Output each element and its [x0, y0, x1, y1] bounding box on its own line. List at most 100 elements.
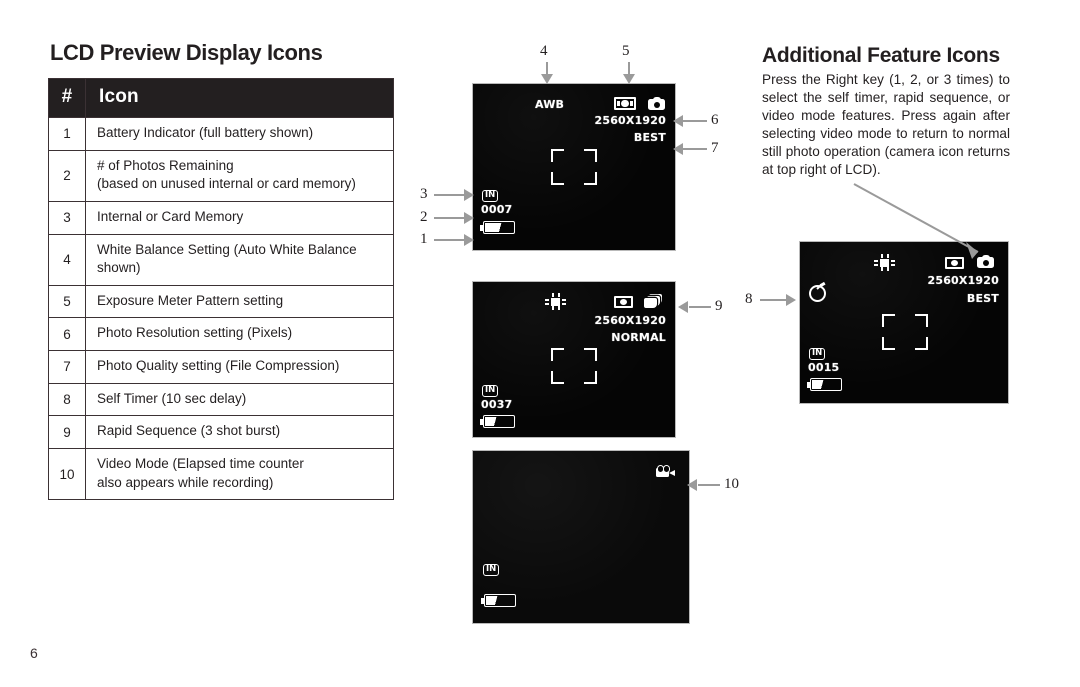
memory-indicator-label: IN	[482, 190, 499, 203]
row-description: Rapid Sequence (3 shot burst)	[85, 415, 394, 449]
page-title: LCD Preview Display Icons	[50, 40, 323, 65]
video-mode-lcd-preview: IN	[473, 451, 689, 623]
row-description-line1: Rapid Sequence (3 shot burst)	[97, 423, 281, 439]
table-row: 9 Rapid Sequence (3 shot burst)	[48, 415, 394, 449]
video-camera-icon	[656, 465, 675, 478]
row-number: 4	[48, 233, 86, 286]
memory-indicator-icon: IN	[809, 342, 826, 361]
callout-arrow-2	[464, 212, 474, 224]
callout-label-1: 1	[420, 231, 428, 247]
row-number: 5	[48, 284, 86, 319]
callout-arrow-10	[687, 479, 697, 491]
row-number: 2	[48, 149, 86, 202]
lcd-icon-table: # Icon 1 Battery Indicator (full battery…	[48, 78, 394, 501]
memory-indicator-icon: IN	[483, 558, 500, 577]
memory-indicator-label: IN	[483, 564, 500, 577]
row-description: Exposure Meter Pattern setting	[85, 284, 394, 319]
row-description-line2: also appears while recording)	[97, 474, 274, 490]
row-description-line1: Self Timer (10 sec delay)	[97, 390, 247, 406]
table-body: 1 Battery Indicator (full battery shown)…	[48, 117, 394, 501]
row-description: Self Timer (10 sec delay)	[85, 382, 394, 417]
callout-line-7	[681, 148, 707, 150]
row-description-line1: Video Mode (Elapsed time counter	[97, 455, 304, 471]
row-number: 8	[48, 382, 86, 417]
row-number: 10	[48, 447, 86, 501]
table-row: 10 Video Mode (Elapsed time counter also…	[48, 447, 394, 501]
row-number: 3	[48, 200, 86, 235]
memory-indicator-icon: IN	[482, 184, 499, 203]
photos-remaining-label: 0015	[808, 361, 840, 374]
callout-label-9: 9	[715, 298, 723, 314]
resolution-label: 2560X1920	[594, 114, 666, 127]
row-number: 9	[48, 415, 86, 449]
row-number: 7	[48, 350, 86, 384]
resolution-label: 2560X1920	[927, 274, 999, 287]
row-description-line1: Photo Quality setting (File Compression)	[97, 358, 340, 373]
callout-line-2	[434, 217, 466, 219]
row-description-line1: White Balance Setting (Auto White Balanc…	[97, 241, 357, 276]
spot-meter-icon	[614, 296, 633, 308]
callout-line-3	[434, 194, 466, 196]
callout-label-3: 3	[420, 186, 428, 202]
row-description: # of Photos Remaining (based on unused i…	[85, 149, 394, 202]
table-header: # Icon	[48, 78, 394, 118]
memory-indicator-icon: IN	[482, 379, 499, 398]
row-description-line1: Photo Resolution setting (Pixels)	[97, 325, 293, 341]
callout-arrow-5	[623, 74, 635, 84]
additional-feature-section: Additional Feature Icons Press the Right…	[762, 44, 1010, 179]
callout-line-6	[681, 120, 707, 122]
row-description: Internal or Card Memory	[85, 200, 394, 235]
callout-arrow-6	[673, 115, 683, 127]
callout-arrow-4	[541, 74, 553, 84]
column-header-icon: Icon	[85, 78, 394, 118]
still-photo-lcd-preview: AWB 2560X1920 BEST IN 0007	[473, 84, 675, 250]
callout-label-10: 10	[724, 476, 739, 492]
quality-label: BEST	[633, 131, 666, 144]
battery-indicator-icon	[480, 415, 515, 428]
photos-remaining-label: 0037	[481, 398, 513, 411]
white-balance-label: AWB	[535, 98, 565, 111]
callout-label-2: 2	[420, 209, 428, 225]
quality-label: NORMAL	[611, 331, 666, 344]
battery-indicator-icon	[480, 221, 515, 234]
daylight-sun-icon	[545, 293, 566, 310]
row-description: Battery Indicator (full battery shown)	[85, 117, 394, 151]
feature-section-body: Press the Right key (1, 2, or 3 times) t…	[762, 72, 1010, 178]
resolution-label: 2560X1920	[594, 314, 666, 327]
lcd-icons-section: LCD Preview Display Icons # Icon 1 Batte…	[48, 40, 394, 501]
photos-remaining-label: 0007	[481, 203, 513, 216]
callout-line-9	[689, 306, 711, 308]
self-timer-clock-icon	[809, 281, 826, 302]
callout-line-8	[760, 299, 788, 301]
memory-indicator-label: IN	[809, 348, 826, 361]
row-number: 1	[48, 117, 86, 151]
callout-arrow-9	[678, 301, 688, 313]
table-row: 1 Battery Indicator (full battery shown)	[48, 117, 394, 151]
callout-line-10	[698, 484, 720, 486]
callout-label-4: 4	[540, 43, 548, 59]
row-description: Video Mode (Elapsed time counter also ap…	[85, 447, 394, 501]
column-header-number: #	[48, 78, 86, 118]
callout-arrow-camera-icon	[853, 183, 979, 259]
callout-label-7: 7	[711, 140, 719, 156]
row-description-line1: Battery Indicator (full battery shown)	[97, 125, 314, 140]
callout-label-5: 5	[622, 43, 630, 59]
row-number: 6	[48, 317, 86, 351]
callout-arrow-7	[673, 143, 683, 155]
rapid-sequence-burst-icon	[644, 294, 662, 308]
row-description: White Balance Setting (Auto White Balanc…	[85, 233, 394, 286]
focus-frame-icon	[551, 149, 597, 185]
table-header-row: # Icon	[48, 78, 394, 118]
row-description: Photo Resolution setting (Pixels)	[85, 317, 394, 351]
table-row: 4 White Balance Setting (Auto White Bala…	[48, 233, 394, 286]
row-description-line1: Internal or Card Memory	[97, 208, 244, 224]
focus-frame-icon	[882, 314, 928, 350]
callout-label-6: 6	[711, 112, 719, 128]
callout-line-1	[434, 239, 466, 241]
still-camera-icon	[648, 97, 665, 110]
callout-label-8: 8	[745, 291, 753, 307]
memory-indicator-label: IN	[482, 385, 499, 398]
row-description-line2: (based on unused internal or card memory…	[97, 176, 356, 192]
table-row: 3 Internal or Card Memory	[48, 200, 394, 235]
callout-arrow-8	[786, 294, 796, 306]
